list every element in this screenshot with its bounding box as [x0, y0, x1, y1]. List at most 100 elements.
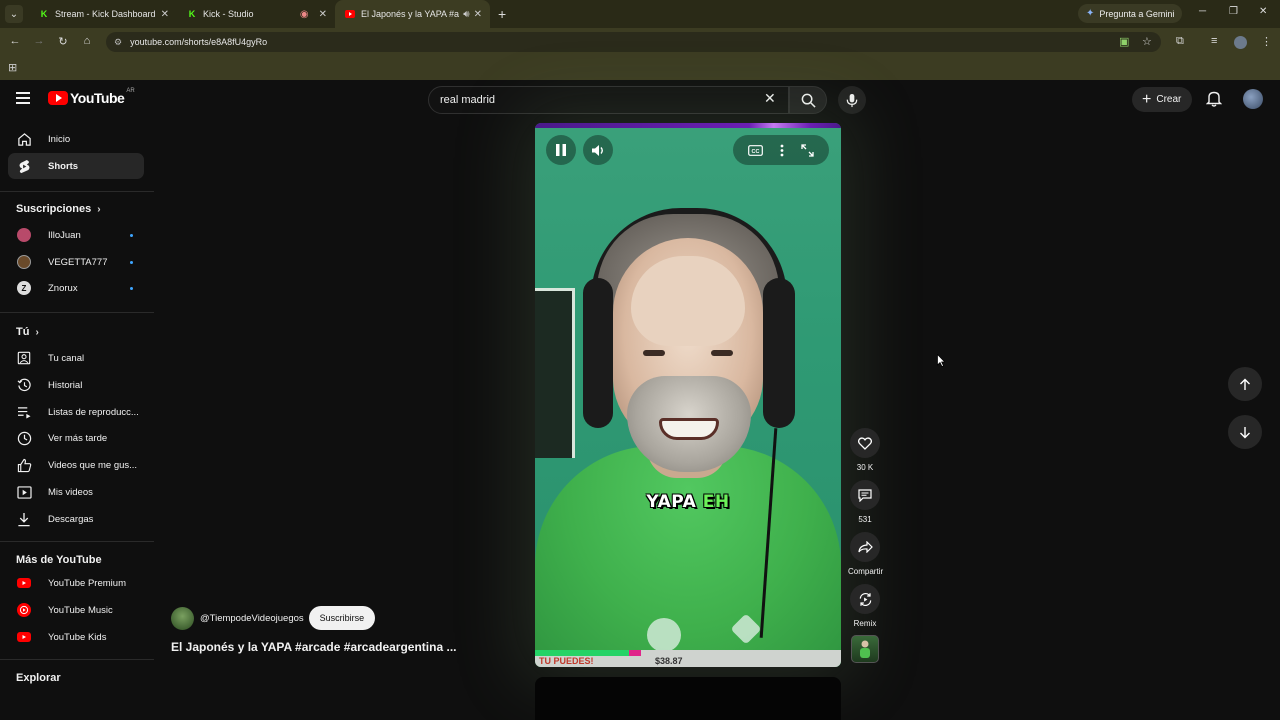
channel-avatar: Z: [16, 280, 32, 296]
like-icon: [16, 457, 32, 473]
close-tab-icon[interactable]: ✕: [319, 9, 327, 20]
plus-icon: +: [1142, 90, 1152, 108]
subscriptions-heading[interactable]: Suscripciones ›: [16, 203, 101, 215]
back-icon[interactable]: ←: [7, 35, 23, 47]
browser-menu-icon[interactable]: ⋮: [1261, 35, 1272, 48]
sidebar-divider: [0, 541, 154, 542]
close-tab-icon[interactable]: ✕: [161, 9, 169, 20]
sound-thumbnail[interactable]: [851, 635, 879, 663]
sidebar-item-descargas[interactable]: Descargas: [8, 506, 144, 532]
watch-later-icon: [16, 430, 32, 446]
pause-icon: [556, 144, 566, 156]
remix-label: Remix: [853, 619, 877, 628]
channel-handle[interactable]: @TiempodeVideojuegos: [200, 613, 304, 624]
playlists-icon: [16, 404, 32, 420]
remix-button[interactable]: [850, 584, 880, 614]
player-top-right-controls: CC: [733, 135, 829, 165]
sidebar-item-subscription[interactable]: Z Znorux: [8, 275, 144, 301]
close-window-icon[interactable]: ✕: [1259, 6, 1267, 17]
youtube-music-icon: [16, 602, 32, 618]
remix-action[interactable]: Remix: [848, 584, 882, 628]
browser-tabstrip: ⌄ K Stream - Kick Dashboard ✕ K Kick - S…: [0, 0, 1280, 28]
next-short-preview[interactable]: [535, 677, 841, 720]
gemini-button[interactable]: ✦ Pregunta a Gemini: [1078, 4, 1183, 23]
comment-action[interactable]: 531: [848, 480, 882, 524]
guide-menu-icon[interactable]: [16, 92, 30, 107]
clear-search-icon[interactable]: ✕: [764, 90, 776, 107]
extensions-icon[interactable]: ⧉: [1176, 35, 1184, 48]
cast-icon[interactable]: ▣: [1119, 35, 1129, 48]
site-info-icon[interactable]: ⚙: [114, 37, 122, 48]
more-options-icon[interactable]: [780, 144, 784, 157]
create-button[interactable]: + Crear: [1132, 87, 1193, 112]
browser-tab-youtube[interactable]: El Japonés y la YAPA #arcad 🔊︎ ✕: [335, 0, 490, 28]
youtube-logo[interactable]: YouTube AR: [48, 88, 135, 106]
profile-avatar-icon[interactable]: [1234, 36, 1247, 49]
sidebar-item-label: Videos que me gus...: [48, 459, 138, 471]
search-button[interactable]: [789, 86, 827, 114]
sidebar-item-historial[interactable]: Historial: [8, 372, 144, 398]
tab-title: Kick - Studio: [203, 9, 254, 19]
search-input[interactable]: real madrid: [428, 86, 789, 114]
account-avatar[interactable]: [1243, 89, 1263, 109]
notifications-bell-icon[interactable]: [1206, 90, 1222, 107]
guide-sidebar: Inicio Shorts Suscripciones › IlloJuan V…: [0, 120, 154, 720]
forward-icon[interactable]: →: [31, 35, 47, 47]
youtube-favicon-icon: [345, 9, 355, 19]
next-short-button[interactable]: [1228, 415, 1262, 449]
fullscreen-icon[interactable]: [801, 143, 814, 157]
share-action[interactable]: Compartir: [848, 532, 883, 576]
subscribe-button[interactable]: Suscribirse: [308, 606, 376, 630]
sidebar-item-shorts[interactable]: Shorts: [8, 153, 144, 179]
address-bar-row: ← → ↻ ⌂ ⚙ youtube.com/shorts/e8A8fU4gyRo…: [0, 28, 1280, 56]
shorts-video-player[interactable]: YAPA EH TU PUEDES! $38.87 CC: [535, 123, 841, 667]
sidebar-item-label: YouTube Kids: [48, 631, 107, 643]
apps-grid-icon[interactable]: ⊞: [8, 61, 17, 74]
like-action[interactable]: 30 K: [848, 428, 882, 472]
pause-button[interactable]: [546, 135, 576, 165]
channel-row: @TiempodeVideojuegos Suscribirse: [171, 606, 376, 630]
volume-button[interactable]: [583, 135, 613, 165]
sidebar-item-ver-mas-tarde[interactable]: Ver más tarde: [8, 425, 144, 451]
sidebar-item-liked-videos[interactable]: Videos que me gus...: [8, 452, 144, 478]
browser-tab-kick-studio[interactable]: K Kick - Studio ◉ ✕: [177, 0, 335, 28]
channel-avatar[interactable]: [171, 606, 194, 630]
bookmark-star-icon[interactable]: ☆: [1142, 35, 1152, 48]
minimize-icon[interactable]: ─: [1199, 6, 1206, 17]
sidebar-item-youtube-premium[interactable]: YouTube Premium: [8, 570, 144, 596]
media-controls-icon[interactable]: ≡: [1211, 35, 1217, 47]
browser-tab-kick-dashboard[interactable]: K Stream - Kick Dashboard ✕: [29, 0, 177, 28]
audio-playing-icon[interactable]: 🔊︎: [463, 9, 469, 20]
tab-search-icon[interactable]: ⌄: [5, 5, 23, 23]
search-value: real madrid: [440, 94, 496, 106]
sidebar-item-subscription[interactable]: IlloJuan: [8, 222, 144, 248]
short-title[interactable]: El Japonés y la YAPA #arcade #arcadearge…: [171, 640, 456, 654]
sidebar-item-tu-canal[interactable]: Tu canal: [8, 345, 144, 371]
comment-button[interactable]: [850, 480, 880, 510]
you-heading[interactable]: Tú ›: [16, 326, 39, 338]
reload-icon[interactable]: ↻: [55, 35, 71, 48]
like-button[interactable]: [850, 428, 880, 458]
sidebar-item-inicio[interactable]: Inicio: [8, 126, 144, 152]
sidebar-item-youtube-music[interactable]: YouTube Music: [8, 597, 144, 623]
channel-avatar: [16, 227, 32, 243]
previous-short-button[interactable]: [1228, 367, 1262, 401]
close-tab-icon[interactable]: ✕: [474, 9, 482, 20]
sidebar-item-youtube-kids[interactable]: YouTube Kids: [8, 624, 144, 650]
share-button[interactable]: [850, 532, 880, 562]
sidebar-item-mis-videos[interactable]: Mis videos: [8, 479, 144, 505]
sidebar-item-subscription[interactable]: VEGETTA777: [8, 249, 144, 275]
youtube-kids-icon: [16, 629, 32, 645]
new-content-dot: [130, 260, 133, 264]
channel-icon: [16, 350, 32, 366]
new-tab-icon[interactable]: +: [498, 6, 506, 22]
maximize-icon[interactable]: ❐: [1229, 6, 1238, 17]
voice-search-button[interactable]: [838, 86, 866, 114]
sidebar-item-label: Ver más tarde: [48, 432, 108, 444]
sidebar-item-playlists[interactable]: Listas de reproducc...: [8, 399, 144, 425]
sidebar-divider: [0, 191, 154, 192]
closed-captions-icon[interactable]: CC: [747, 144, 763, 156]
person-forehead: [631, 256, 745, 346]
url-field[interactable]: ⚙ youtube.com/shorts/e8A8fU4gyRo: [106, 32, 1161, 52]
home-icon[interactable]: ⌂: [79, 35, 95, 47]
